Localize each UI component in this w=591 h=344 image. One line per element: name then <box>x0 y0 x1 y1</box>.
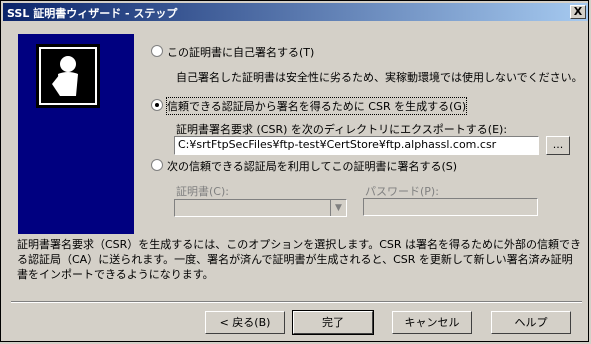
help-button[interactable]: ヘルプ <box>491 311 571 334</box>
csr-export-label: 証明書署名要求 (CSR) を次のディレクトリにエクスポートする(E): <box>176 123 508 136</box>
use-ca-radio[interactable] <box>151 159 163 171</box>
certificate-user-icon <box>36 44 100 108</box>
title-bar: SSL 証明書ウィザード - ステップ X <box>3 3 588 21</box>
close-button[interactable]: X <box>570 5 586 19</box>
cancel-button[interactable]: キャンセル <box>392 311 472 334</box>
chevron-down-icon: ▼ <box>330 200 346 216</box>
self-sign-radio[interactable] <box>151 45 163 57</box>
certificate-select: ▼ <box>174 199 347 217</box>
self-sign-note: 自己署名した証明書は安全性に劣るため、実稼動環境では使用しないでください。 <box>176 71 583 84</box>
self-sign-label[interactable]: この証明書に自己署名する(T) <box>167 44 314 60</box>
csr-export-path-input[interactable]: C:¥srtFtpSecFiles¥ftp-test¥CertStore¥ftp… <box>174 136 539 155</box>
generate-csr-radio[interactable] <box>151 99 163 111</box>
wizard-window: SSL 証明書ウィザード - ステップ X この証明書に自己署名する(T) 自己… <box>0 0 589 342</box>
password-label: パスワード(P): <box>365 185 439 198</box>
button-separator <box>11 301 582 303</box>
finish-button[interactable]: 完了 <box>292 310 374 335</box>
browse-button[interactable]: ... <box>546 136 570 155</box>
option-description: 証明書署名要求（CSR）を生成するには、このオプションを選択します。CSR は署… <box>17 238 582 281</box>
back-button[interactable]: < 戻る(B) <box>205 311 285 334</box>
use-ca-label[interactable]: 次の信頼できる認証局を利用してこの証明書に署名する(S) <box>167 158 457 174</box>
generate-csr-label[interactable]: 信頼できる認証局から署名を得るために CSR を生成する(G) <box>165 97 468 115</box>
password-input <box>363 198 538 216</box>
wizard-side-panel <box>18 34 134 234</box>
certificate-label: 証明書(C): <box>176 185 229 198</box>
window-title: SSL 証明書ウィザード - ステップ <box>7 7 178 20</box>
